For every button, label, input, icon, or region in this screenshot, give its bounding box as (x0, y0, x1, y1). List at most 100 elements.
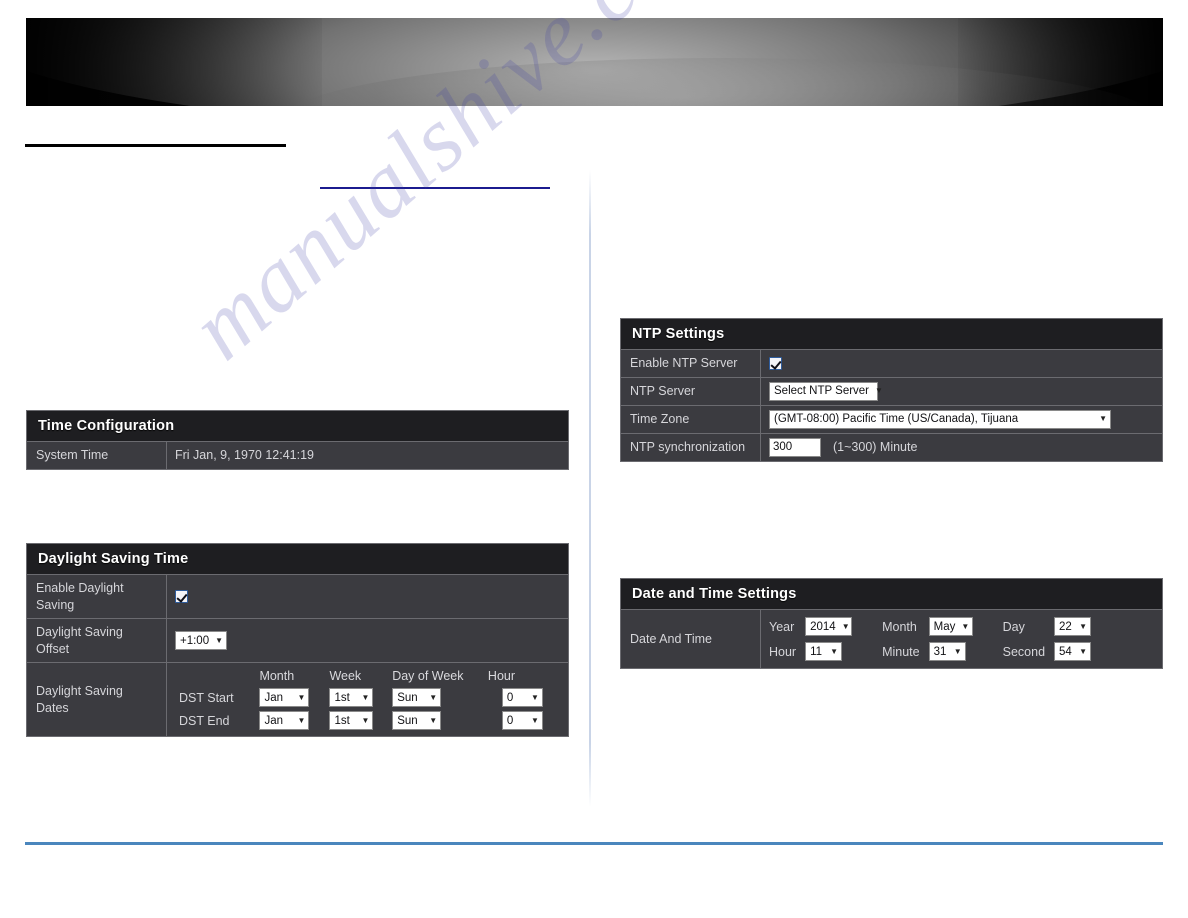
time-zone-select[interactable]: (GMT-08:00) Pacific Time (US/Canada), Ti… (769, 409, 1111, 429)
daylight-saving-offset-select[interactable]: +1:00 ▼ (175, 631, 228, 650)
chevron-down-icon: ▼ (953, 646, 962, 656)
table-row: Date And Time Year 2014 ▼ Month May ▼ Da… (621, 610, 1162, 668)
month-value: May (933, 620, 956, 633)
hour-value: 11 (810, 645, 823, 658)
ntp-server-label: NTP Server (621, 377, 761, 405)
dst-start-month-cell: Jan ▼ (255, 686, 325, 709)
day-label: Day (1002, 619, 1025, 634)
panel-daylight-saving-time: Daylight Saving Time Enable Daylight Sav… (26, 543, 569, 737)
dst-header-week: Week (329, 669, 362, 683)
minute-select[interactable]: 31 ▼ (928, 642, 966, 661)
enable-daylight-saving-cell (167, 575, 568, 618)
enable-ntp-server-cell (761, 350, 1162, 377)
system-time-label: System Time (27, 442, 167, 469)
table-row: Enable NTP Server (621, 350, 1162, 378)
year-select[interactable]: 2014 ▼ (805, 617, 853, 636)
chevron-down-icon: ▼ (361, 715, 370, 725)
dst-start-week-cell: 1st ▼ (325, 686, 388, 709)
dst-start-row: DST Start Jan ▼ 1st ▼ Sun ▼ 0 ▼ (175, 686, 560, 709)
panel-title-date-and-time-settings: Date and Time Settings (621, 579, 1162, 610)
dst-end-month-value: Jan (264, 714, 283, 727)
dst-start-month-select[interactable]: Jan ▼ (259, 688, 310, 707)
panel-title-time-configuration: Time Configuration (27, 411, 568, 442)
chevron-down-icon: ▼ (1099, 414, 1107, 423)
chevron-down-icon: ▼ (429, 715, 438, 725)
chevron-down-icon: ▼ (297, 692, 306, 702)
dst-end-day-of-week-select[interactable]: Sun ▼ (392, 711, 442, 730)
daylight-saving-offset-cell: +1:00 ▼ (167, 619, 568, 662)
chevron-down-icon: ▼ (429, 692, 438, 702)
chevron-down-icon: ▼ (1079, 646, 1088, 656)
table-row: Daylight Saving Dates Month Week Day of … (27, 663, 568, 736)
spacer (979, 614, 1003, 639)
dst-rowname-header (175, 667, 255, 686)
dst-end-day-of-week-value: Sun (397, 714, 418, 727)
ntp-synchronization-hint: (1~300) Minute (833, 440, 918, 454)
column-divider (589, 170, 591, 807)
table-row: Time Zone (GMT-08:00) Pacific Time (US/C… (621, 405, 1162, 434)
chevron-down-icon: ▼ (531, 715, 539, 725)
minute-label: Minute (882, 644, 920, 659)
ntp-synchronization-label: NTP synchronization (621, 433, 761, 461)
dst-end-week-select[interactable]: 1st ▼ (329, 711, 374, 730)
dst-start-day-of-week-value: Sun (397, 691, 418, 704)
table-row: System Time Fri Jan, 9, 1970 12:41:19 (27, 442, 568, 469)
hour-select[interactable]: 11 ▼ (805, 642, 843, 661)
panel-ntp-settings: NTP Settings Enable NTP Server NTP Serve… (620, 318, 1163, 462)
enable-daylight-saving-checkbox[interactable] (175, 590, 188, 603)
second-cell: 54 ▼ (1054, 639, 1097, 664)
banner-vignette-left (26, 18, 322, 106)
chevron-down-icon: ▼ (841, 621, 850, 631)
dst-end-month-select[interactable]: Jan ▼ (259, 711, 310, 730)
dst-end-month-cell: Jan ▼ (255, 709, 325, 732)
hour-cell: 11 ▼ (805, 639, 858, 664)
chevron-down-icon: ▼ (875, 386, 883, 395)
system-time-value: Fri Jan, 9, 1970 12:41:19 (175, 448, 314, 463)
dst-header-day-of-week: Day of Week (392, 669, 464, 683)
date-and-time-cell: Year 2014 ▼ Month May ▼ Day 22 ▼ Hour 11… (761, 610, 1162, 668)
dst-header-month: Month (259, 669, 295, 683)
ntp-server-cell: Select NTP Server ▼ (761, 378, 1162, 405)
dst-start-day-of-week-cell: Sun ▼ (388, 686, 484, 709)
date-and-time-grid: Year 2014 ▼ Month May ▼ Day 22 ▼ Hour 11… (769, 614, 1097, 664)
dst-end-label: DST End (179, 713, 230, 728)
footer-rule (25, 842, 1163, 845)
day-select[interactable]: 22 ▼ (1054, 617, 1092, 636)
year-cell: 2014 ▼ (805, 614, 858, 639)
dst-start-week-value: 1st (334, 691, 350, 704)
chevron-down-icon: ▼ (361, 692, 370, 702)
month-select[interactable]: May ▼ (928, 617, 973, 636)
dst-end-hour-value: 0 (506, 714, 514, 727)
chevron-down-icon: ▼ (830, 646, 839, 656)
section-heading-rule (25, 144, 286, 147)
daylight-saving-dates-grid: Month Week Day of Week Hour DST Start Ja… (175, 667, 560, 732)
spacer (979, 639, 1003, 664)
dst-start-day-of-week-select[interactable]: Sun ▼ (392, 688, 442, 707)
ntp-synchronization-cell: 300 (1~300) Minute (761, 434, 1162, 461)
ntp-synchronization-input[interactable]: 300 (769, 437, 821, 457)
day-cell: 22 ▼ (1054, 614, 1097, 639)
minute-value: 31 (933, 645, 947, 658)
dst-start-hour-select[interactable]: 0 ▼ (501, 688, 543, 707)
enable-ntp-server-checkbox[interactable] (769, 356, 782, 370)
ntp-server-select[interactable]: Select NTP Server ▼ (769, 381, 883, 401)
spacer (858, 614, 882, 639)
second-value: 54 (1059, 645, 1072, 658)
hour-label: Hour (769, 644, 797, 659)
dst-start-hour-value: 0 (506, 691, 514, 704)
daylight-saving-dates-cell: Month Week Day of Week Hour DST Start Ja… (167, 663, 568, 736)
dst-start-month-value: Jan (264, 691, 283, 704)
daylight-saving-offset-label: Daylight Saving Offset (27, 619, 167, 662)
table-row: NTP synchronization 300 (1~300) Minute (621, 433, 1162, 461)
dst-start-week-select[interactable]: 1st ▼ (329, 688, 374, 707)
month-cell: May ▼ (928, 614, 979, 639)
panel-title-ntp-settings: NTP Settings (621, 319, 1162, 350)
year-label: Year (769, 619, 795, 634)
chevron-down-icon: ▼ (1079, 621, 1088, 631)
time-row: Hour 11 ▼ Minute 31 ▼ Second 54 ▼ (769, 639, 1097, 664)
dst-start-label: DST Start (179, 690, 234, 705)
chevron-down-icon: ▼ (961, 621, 970, 631)
dst-end-hour-select[interactable]: 0 ▼ (501, 711, 543, 730)
second-select[interactable]: 54 ▼ (1054, 642, 1092, 661)
ntp-server-value: Select NTP Server (774, 385, 870, 397)
